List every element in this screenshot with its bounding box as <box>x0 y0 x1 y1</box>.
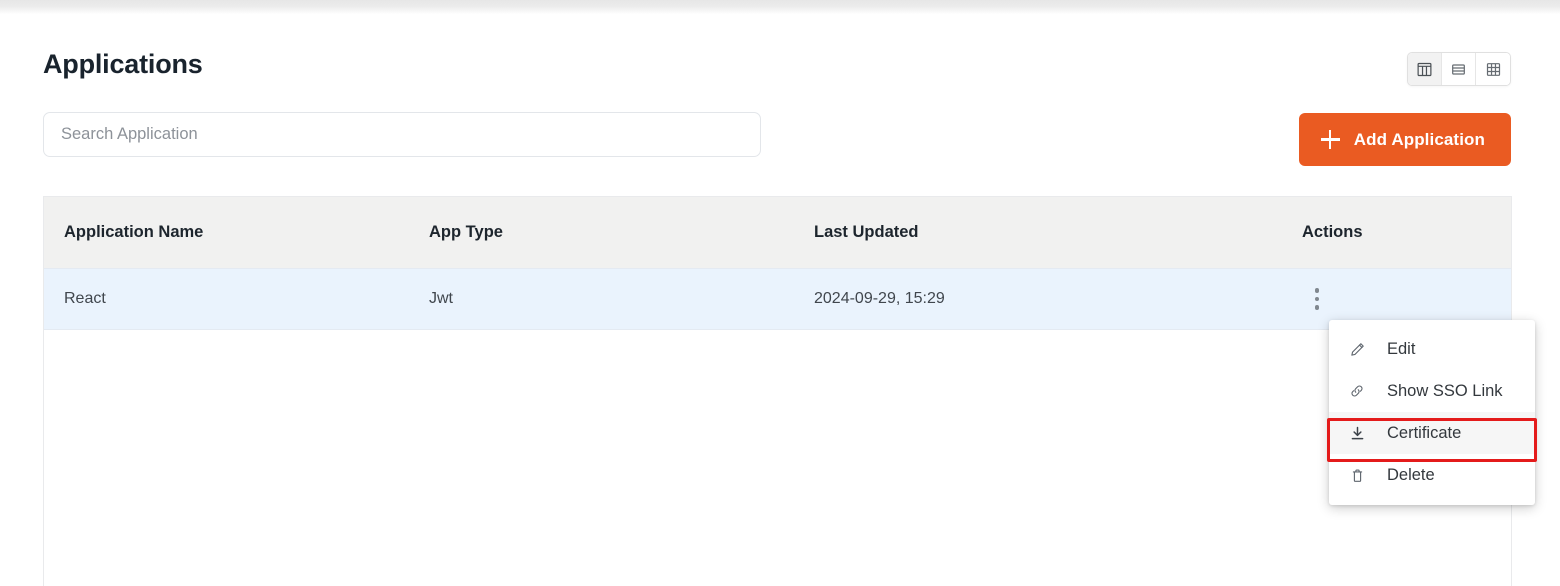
plus-icon <box>1321 130 1340 149</box>
column-header-actions: Actions <box>1302 223 1492 242</box>
kebab-menu-icon[interactable] <box>1304 286 1330 312</box>
search-input[interactable] <box>43 112 761 157</box>
kebab-dot <box>1315 288 1320 293</box>
link-icon <box>1348 382 1366 400</box>
add-application-label: Add Application <box>1354 130 1485 150</box>
cell-application-name: React <box>44 290 429 308</box>
kebab-dot <box>1315 297 1320 302</box>
column-header-application-name: Application Name <box>44 223 429 242</box>
menu-item-delete[interactable]: Delete <box>1329 454 1535 496</box>
column-header-last-updated: Last Updated <box>814 223 1302 242</box>
pencil-icon <box>1348 340 1366 358</box>
view-toggle-grid[interactable] <box>1476 53 1510 85</box>
menu-item-label: Edit <box>1387 340 1415 359</box>
download-icon <box>1348 424 1366 442</box>
menu-item-show-sso-link[interactable]: Show SSO Link <box>1329 370 1535 412</box>
cell-actions <box>1302 286 1492 312</box>
browser-chrome-strip <box>0 0 1560 14</box>
row-context-menu[interactable]: Edit Show SSO Link Certificate <box>1329 320 1535 505</box>
page-title: Applications <box>43 48 203 80</box>
table-row[interactable]: React Jwt 2024-09-29, 15:29 <box>44 268 1511 330</box>
cell-last-updated: 2024-09-29, 15:29 <box>814 290 1302 308</box>
menu-item-label: Certificate <box>1387 424 1461 443</box>
add-application-button[interactable]: Add Application <box>1299 113 1511 166</box>
list-icon <box>1451 62 1466 77</box>
menu-item-certificate[interactable]: Certificate <box>1329 412 1535 454</box>
view-toggle-columns[interactable] <box>1408 53 1442 85</box>
table-header-row: Application Name App Type Last Updated A… <box>44 197 1511 268</box>
view-toggle-list[interactable] <box>1442 53 1476 85</box>
grid-icon <box>1486 62 1501 77</box>
kebab-dot <box>1315 305 1320 310</box>
applications-page: Applications <box>0 14 1560 586</box>
trash-icon <box>1348 466 1366 484</box>
cell-app-type: Jwt <box>429 290 814 308</box>
columns-icon <box>1417 62 1432 77</box>
applications-table: Application Name App Type Last Updated A… <box>43 196 1512 586</box>
column-header-app-type: App Type <box>429 223 814 242</box>
view-toggle-group[interactable] <box>1407 52 1511 86</box>
menu-item-edit[interactable]: Edit <box>1329 328 1535 370</box>
menu-item-label: Delete <box>1387 466 1435 485</box>
menu-item-label: Show SSO Link <box>1387 382 1503 401</box>
